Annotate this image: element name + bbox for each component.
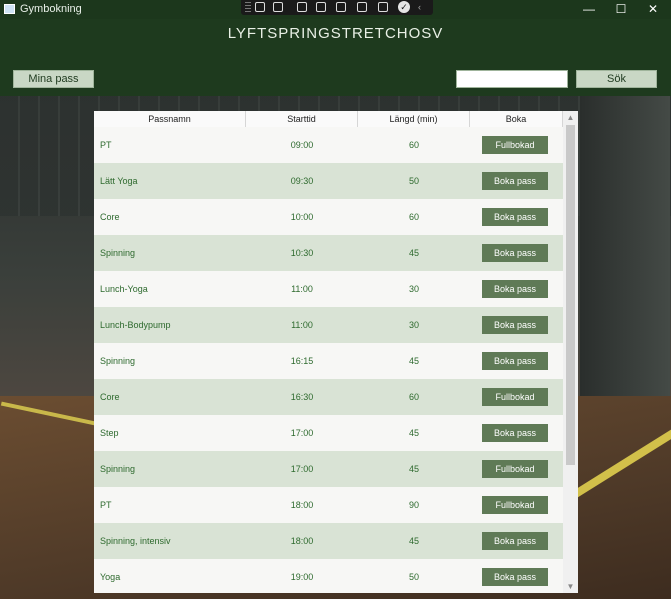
session-name: Lätt Yoga (100, 176, 138, 186)
session-name: Yoga (100, 572, 121, 582)
table-row[interactable]: Yoga 19:00 50 Boka pass (94, 559, 563, 593)
scroll-up-icon[interactable]: ▲ (566, 113, 575, 122)
my-sessions-button[interactable]: Mina pass (13, 70, 94, 88)
select-element-icon[interactable] (255, 2, 265, 12)
close-button[interactable]: ✕ (638, 0, 668, 19)
session-length: 60 (408, 212, 419, 222)
session-length: 45 (408, 536, 419, 546)
session-start-time: 17:00 (290, 464, 314, 474)
session-length: 30 (408, 320, 419, 330)
session-start-time: 18:00 (290, 536, 314, 546)
book-session-button[interactable]: Boka pass (482, 424, 548, 442)
book-session-button[interactable]: Boka pass (482, 172, 548, 190)
book-session-button[interactable]: Boka pass (482, 244, 548, 262)
app-header: LYFTSPRINGSTRETCHOSV Mina pass Sök (0, 19, 671, 96)
book-session-button[interactable]: Fullbokad (482, 460, 548, 478)
session-start-time: 19:00 (290, 572, 314, 582)
search-button[interactable]: Sök (576, 70, 657, 88)
session-length: 60 (408, 140, 419, 150)
hot-reload-icon[interactable] (357, 2, 367, 12)
table-row[interactable]: Spinning, intensiv 18:00 45 Boka pass (94, 523, 563, 559)
table-row[interactable]: PT 09:00 60 Fullbokad (94, 127, 563, 163)
scroll-thumb[interactable] (566, 125, 575, 465)
session-start-time: 11:00 (291, 320, 313, 330)
search-input[interactable] (456, 70, 568, 88)
table-row[interactable]: Core 10:00 60 Boka pass (94, 199, 563, 235)
session-name: PT (100, 500, 112, 510)
session-name: Core (100, 212, 120, 222)
session-start-time: 16:30 (290, 392, 314, 402)
track-focus-icon[interactable] (336, 2, 346, 12)
session-name: Spinning (100, 356, 136, 366)
session-length: 90 (408, 500, 419, 510)
book-session-button[interactable]: Boka pass (482, 568, 548, 586)
session-start-time: 10:30 (290, 248, 314, 258)
session-start-time: 09:30 (290, 176, 314, 186)
sessions-table: Passnamn Starttid Längd (min) Boka PT 09:… (94, 111, 578, 593)
book-session-button[interactable]: Boka pass (482, 532, 548, 550)
column-header-book[interactable]: Boka (470, 111, 563, 127)
session-length: 30 (408, 284, 419, 294)
column-header-name[interactable]: Passnamn (94, 111, 246, 127)
table-row[interactable]: Step 17:00 45 Boka pass (94, 415, 563, 451)
table-row[interactable]: Lätt Yoga 09:30 50 Boka pass (94, 163, 563, 199)
book-session-button[interactable]: Fullbokad (482, 496, 548, 514)
column-header-length[interactable]: Längd (min) (358, 111, 470, 127)
session-start-time: 09:00 (290, 140, 314, 150)
table-row[interactable]: Lunch-Bodypump 11:00 30 Boka pass (94, 307, 563, 343)
page-title: LYFTSPRINGSTRETCHOSV (227, 25, 444, 42)
drag-grip-icon[interactable] (245, 2, 251, 13)
session-start-time: 16:15 (290, 356, 314, 366)
table-row[interactable]: Spinning 17:00 45 Fullbokad (94, 451, 563, 487)
session-length: 50 (408, 176, 419, 186)
book-session-button[interactable]: Boka pass (482, 208, 548, 226)
table-row[interactable]: Spinning 10:30 45 Boka pass (94, 235, 563, 271)
book-session-button[interactable]: Fullbokad (482, 136, 548, 154)
table-header: Passnamn Starttid Längd (min) Boka (94, 111, 563, 128)
app-icon (4, 4, 15, 14)
scroll-down-icon[interactable]: ▼ (566, 582, 575, 591)
camera-icon[interactable] (273, 2, 283, 12)
session-name: Core (100, 392, 120, 402)
session-start-time: 10:00 (290, 212, 314, 222)
table-row[interactable]: Spinning 16:15 45 Boka pass (94, 343, 563, 379)
maximize-button[interactable]: ☐ (606, 0, 636, 19)
book-session-button[interactable]: Boka pass (482, 280, 548, 298)
accessibility-icon[interactable] (378, 2, 388, 12)
minimize-button[interactable]: — (574, 0, 604, 19)
layout-bounds-icon[interactable] (316, 2, 326, 12)
check-icon[interactable]: ✓ (398, 1, 410, 13)
session-name: Spinning, intensiv (100, 536, 171, 546)
session-start-time: 17:00 (290, 428, 314, 438)
table-row[interactable]: PT 18:00 90 Fullbokad (94, 487, 563, 523)
session-length: 50 (408, 572, 419, 582)
session-length: 45 (408, 356, 419, 366)
book-session-button[interactable]: Fullbokad (482, 388, 548, 406)
session-length: 45 (408, 248, 419, 258)
session-name: Lunch-Yoga (100, 284, 148, 294)
session-name: Spinning (100, 248, 136, 258)
book-session-button[interactable]: Boka pass (482, 316, 548, 334)
session-length: 45 (408, 428, 419, 438)
debug-toolbar: ✓ ‹ (241, 0, 433, 15)
table-row[interactable]: Lunch-Yoga 11:00 30 Boka pass (94, 271, 563, 307)
session-name: Lunch-Bodypump (100, 320, 171, 330)
wall-beam (580, 96, 670, 396)
session-name: Step (100, 428, 119, 438)
vertical-scrollbar[interactable]: ▲ ▼ (563, 111, 578, 593)
collapse-icon[interactable]: ‹ (418, 2, 428, 12)
pointer-icon[interactable] (297, 2, 307, 12)
session-start-time: 11:00 (291, 284, 313, 294)
session-name: Spinning (100, 464, 136, 474)
session-length: 60 (408, 392, 419, 402)
window-title: Gymbokning (20, 3, 82, 15)
book-session-button[interactable]: Boka pass (482, 352, 548, 370)
session-start-time: 18:00 (290, 500, 314, 510)
session-length: 45 (408, 464, 419, 474)
table-row[interactable]: Core 16:30 60 Fullbokad (94, 379, 563, 415)
session-name: PT (100, 140, 112, 150)
column-header-time[interactable]: Starttid (246, 111, 358, 127)
